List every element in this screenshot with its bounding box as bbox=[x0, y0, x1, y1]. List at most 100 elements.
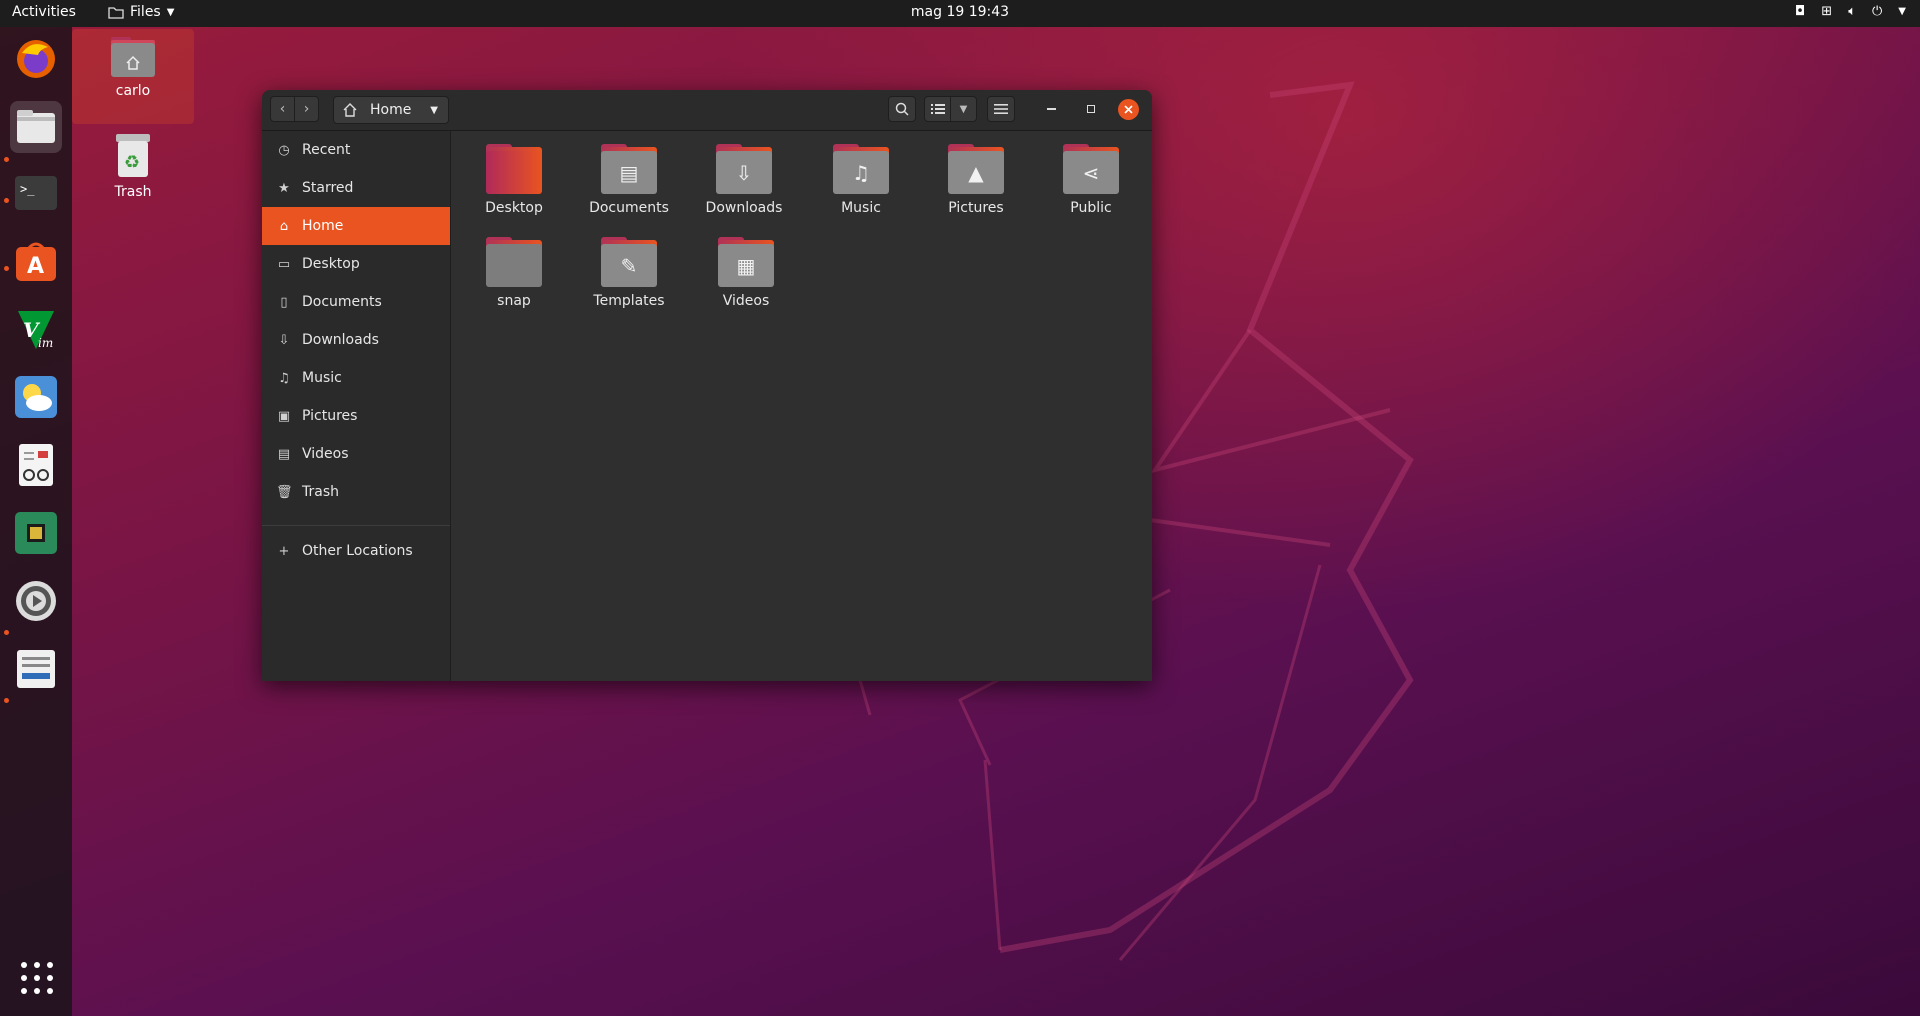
sidebar: ◷ Recent ★ Starred ⌂ Home ▭ Desktop ▯ Documen… bbox=[262, 131, 451, 681]
document-icon: ▯ bbox=[280, 294, 288, 310]
sidebar-item-label: Videos bbox=[302, 446, 349, 462]
document-viewer-icon[interactable] bbox=[10, 439, 62, 491]
power-icon[interactable]: ⏻ bbox=[1872, 4, 1882, 19]
folder-item[interactable]: ⇩ Downloads bbox=[689, 144, 799, 216]
folder-label: Videos bbox=[722, 293, 770, 309]
home-icon bbox=[343, 103, 357, 117]
desktop-folder-icon bbox=[486, 151, 542, 194]
videos-folder-icon: ▦ bbox=[718, 244, 774, 287]
hardware-monitor-icon[interactable] bbox=[10, 507, 62, 559]
templates-folder-icon: ✎ bbox=[601, 244, 657, 287]
file-view: Desktop ▤ Documents ⇩ Downloads ♫ Music … bbox=[451, 131, 1152, 681]
firefox-icon[interactable] bbox=[10, 33, 62, 85]
star-icon: ★ bbox=[278, 180, 290, 196]
trash-icon: ♻ bbox=[116, 134, 150, 177]
folder-label: Public bbox=[1070, 200, 1112, 216]
view-options-button[interactable]: ▼ bbox=[950, 96, 977, 122]
folder-item[interactable]: ✎ Templates bbox=[574, 237, 684, 309]
sidebar-item-trash[interactable]: 🗑︎ Trash bbox=[262, 473, 450, 511]
sidebar-item-music[interactable]: ♫ Music bbox=[262, 359, 450, 397]
folder-label: Pictures bbox=[948, 200, 1004, 216]
svg-text:♻: ♻ bbox=[124, 152, 140, 173]
back-button[interactable]: ‹ bbox=[270, 96, 295, 122]
plus-icon: + bbox=[278, 543, 290, 559]
desktop-icon-label: carlo bbox=[115, 83, 151, 99]
maximize-button[interactable] bbox=[1082, 100, 1100, 118]
desktop-icon: ▭ bbox=[277, 256, 291, 272]
activities-button[interactable]: Activities bbox=[12, 4, 76, 20]
header-bar: ‹ › Home ▼ ▼ bbox=[262, 90, 1152, 131]
search-button[interactable] bbox=[888, 96, 916, 122]
picture-icon: ▣ bbox=[277, 408, 291, 424]
close-button[interactable] bbox=[1118, 99, 1139, 120]
folder-label: snap bbox=[497, 293, 531, 309]
folder-label: Music bbox=[841, 200, 881, 216]
forward-button[interactable]: › bbox=[294, 96, 319, 122]
clock-icon: ◷ bbox=[278, 142, 290, 158]
system-tray[interactable]: ◘ ⊞ 🔈︎ ⏻ ▼ bbox=[1795, 4, 1906, 19]
music-folder-icon: ♫ bbox=[833, 151, 889, 194]
sidebar-item-desktop[interactable]: ▭ Desktop bbox=[262, 245, 450, 283]
terminal-icon[interactable]: >_ bbox=[10, 167, 62, 219]
running-indicator bbox=[4, 157, 9, 162]
screenshot-indicator-icon[interactable]: ◘ bbox=[1795, 4, 1805, 19]
desktop-icon-trash[interactable]: ♻ Trash bbox=[72, 132, 194, 200]
sidebar-item-label: Music bbox=[302, 370, 342, 386]
sidebar-item-documents[interactable]: ▯ Documents bbox=[262, 283, 450, 321]
folder-label: Templates bbox=[593, 293, 665, 309]
svg-text:A: A bbox=[27, 254, 44, 279]
close-icon bbox=[1124, 105, 1133, 114]
chevron-down-icon: ▼ bbox=[166, 6, 175, 18]
folder-label: Documents bbox=[589, 200, 669, 216]
volume-icon[interactable]: 🔈︎ bbox=[1848, 4, 1856, 19]
chevron-right-icon: › bbox=[303, 101, 310, 117]
folder-item[interactable]: ▦ Videos bbox=[691, 237, 801, 309]
text-editor-icon[interactable] bbox=[10, 643, 62, 695]
home-icon: ⌂ bbox=[279, 218, 289, 234]
sidebar-item-pictures[interactable]: ▣ Pictures bbox=[262, 397, 450, 435]
folder-item[interactable]: ▲ Pictures bbox=[921, 144, 1031, 216]
chevron-down-icon[interactable]: ▼ bbox=[430, 105, 438, 116]
chevron-down-icon[interactable]: ▼ bbox=[1898, 6, 1906, 17]
folder-label: Downloads bbox=[705, 200, 783, 216]
path-bar[interactable]: Home ▼ bbox=[333, 96, 449, 124]
show-applications-icon[interactable] bbox=[21, 962, 53, 994]
settings-icon[interactable] bbox=[10, 575, 62, 627]
sidebar-item-recent[interactable]: ◷ Recent bbox=[262, 131, 450, 169]
vim-icon[interactable]: Vim bbox=[10, 303, 62, 355]
sidebar-item-home[interactable]: ⌂ Home bbox=[262, 207, 450, 245]
desktop-icon-home[interactable]: carlo bbox=[72, 29, 194, 124]
documents-folder-icon: ▤ bbox=[601, 151, 657, 194]
folder-item[interactable]: snap bbox=[459, 237, 569, 309]
folder-item[interactable]: ♫ Music bbox=[806, 144, 916, 216]
network-icon[interactable]: ⊞ bbox=[1821, 4, 1832, 19]
sidebar-item-label: Home bbox=[302, 218, 344, 234]
running-indicator bbox=[4, 630, 9, 635]
sidebar-item-videos[interactable]: ▤ Videos bbox=[262, 435, 450, 473]
ubuntu-software-icon[interactable]: A bbox=[10, 235, 62, 287]
sidebar-item-label: Trash bbox=[302, 484, 339, 500]
folder-icon bbox=[486, 244, 542, 287]
sidebar-item-downloads[interactable]: ⇩ Downloads bbox=[262, 321, 450, 359]
running-indicator bbox=[4, 266, 9, 271]
sidebar-item-starred[interactable]: ★ Starred bbox=[262, 169, 450, 207]
folder-item[interactable]: ⋖ Public bbox=[1036, 144, 1146, 216]
sidebar-divider bbox=[262, 525, 450, 526]
menu-button[interactable] bbox=[987, 96, 1015, 122]
view-toggle-button[interactable] bbox=[924, 96, 951, 122]
weather-icon[interactable] bbox=[10, 371, 62, 423]
hamburger-icon bbox=[994, 104, 1008, 114]
folder-item[interactable]: ▤ Documents bbox=[574, 144, 684, 216]
download-icon: ⇩ bbox=[278, 332, 290, 348]
desktop-icon-label: Trash bbox=[114, 184, 152, 200]
files-icon[interactable] bbox=[10, 101, 62, 153]
dock: >_ A Vim bbox=[0, 27, 72, 1016]
maximize-icon bbox=[1087, 105, 1095, 113]
folder-item[interactable]: Desktop bbox=[459, 144, 569, 216]
app-menu[interactable]: Files ▼ bbox=[108, 4, 174, 20]
share-icon: ⋖ bbox=[1063, 151, 1119, 194]
minimize-button[interactable] bbox=[1042, 100, 1060, 118]
sidebar-item-other-locations[interactable]: + Other Locations bbox=[262, 532, 450, 570]
folder-icon bbox=[108, 7, 124, 19]
clock[interactable]: mag 19 19:43 bbox=[911, 4, 1009, 20]
